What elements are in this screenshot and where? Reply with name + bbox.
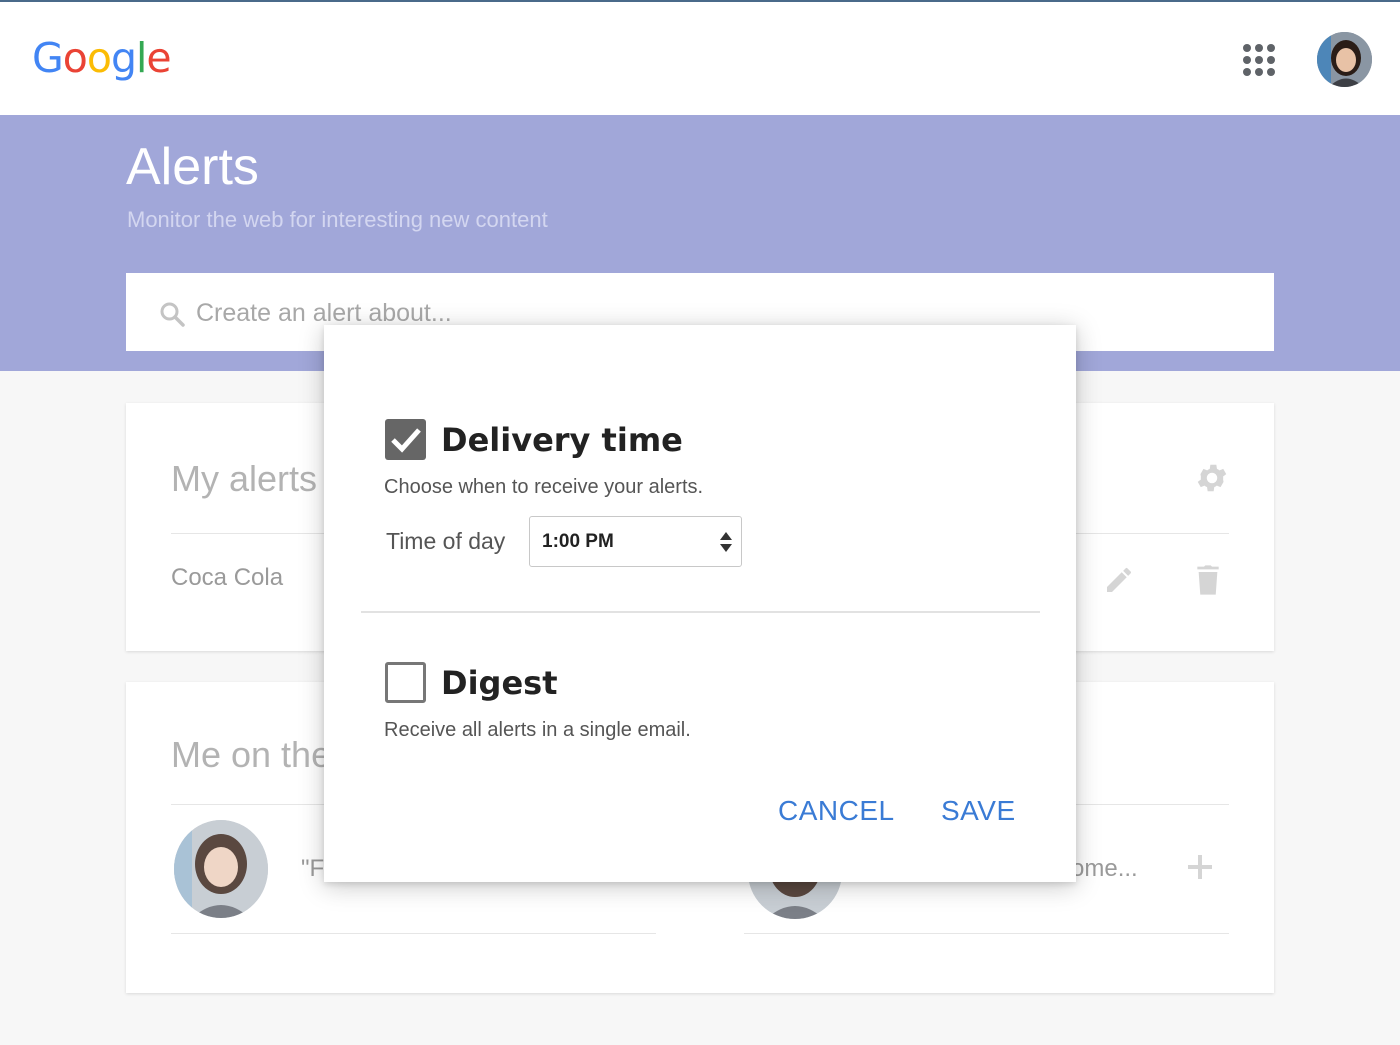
- suggestion-right-text: ome...: [1071, 855, 1138, 882]
- save-button[interactable]: SAVE: [941, 795, 1016, 827]
- me-on-web-title: Me on the: [171, 734, 332, 775]
- digest-checkbox[interactable]: [385, 662, 426, 703]
- gear-icon[interactable]: [1194, 460, 1230, 496]
- time-of-day-label: Time of day: [386, 528, 506, 554]
- row-divider: [744, 933, 1229, 934]
- page-subtitle: Monitor the web for interesting new cont…: [127, 207, 548, 232]
- page-title: Alerts: [126, 138, 259, 196]
- cancel-button[interactable]: CANCEL: [778, 795, 895, 827]
- row-divider: [171, 933, 656, 934]
- dialog-divider: [361, 611, 1040, 613]
- select-arrows-icon: [720, 532, 732, 552]
- delivery-time-title: Delivery time: [441, 421, 683, 459]
- apps-grid-icon[interactable]: [1243, 44, 1275, 76]
- top-bar: Google: [0, 0, 1400, 115]
- add-plus-icon[interactable]: [1184, 851, 1216, 883]
- digest-title: Digest: [441, 664, 558, 702]
- time-of-day-value: 1:00 PM: [542, 531, 614, 552]
- trash-icon[interactable]: [1192, 562, 1224, 598]
- search-icon: [160, 302, 185, 327]
- alert-item-label[interactable]: Coca Cola: [171, 564, 283, 592]
- delivery-time-description: Choose when to receive your alerts.: [384, 476, 704, 498]
- digest-description: Receive all alerts in a single email.: [384, 719, 691, 741]
- time-of-day-select[interactable]: 1:00 PM: [529, 516, 742, 567]
- suggestion-avatar: [174, 820, 268, 918]
- google-logo[interactable]: Google: [32, 34, 172, 82]
- delivery-time-checkbox[interactable]: [385, 419, 426, 460]
- checkmark-icon: [391, 428, 421, 453]
- my-alerts-title: My alerts (: [171, 458, 340, 499]
- suggestion-left-text: "F: [301, 855, 325, 882]
- alert-settings-dialog: Delivery time Choose when to receive you…: [324, 325, 1076, 882]
- user-avatar[interactable]: [1317, 32, 1372, 87]
- edit-pencil-icon[interactable]: [1103, 564, 1135, 596]
